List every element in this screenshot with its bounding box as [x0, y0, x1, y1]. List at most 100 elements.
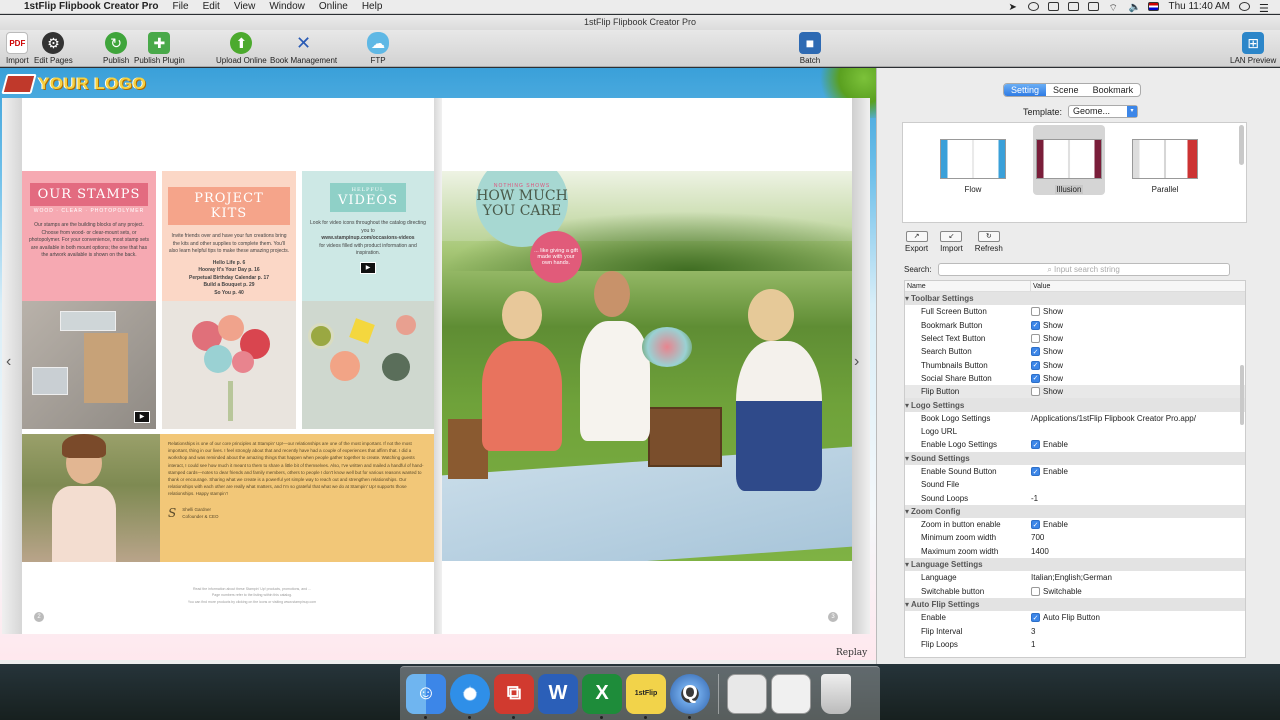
quicktime-icon[interactable]: Q — [670, 673, 710, 719]
settings-row-value[interactable]: 3 — [1031, 627, 1035, 636]
settings-row[interactable]: Search Button ✓ Show — [905, 345, 1245, 358]
grid-header-name[interactable]: Name — [905, 281, 1031, 291]
settings-row[interactable]: Select Text Button Show — [905, 332, 1245, 345]
ftp-button[interactable]: ☁ FTP — [367, 32, 389, 65]
settings-row-value[interactable]: 1400 — [1031, 547, 1049, 556]
settings-row-value[interactable]: ✓ Enable — [1031, 440, 1068, 450]
settings-row[interactable]: Enable ✓ Auto Flip Button — [905, 611, 1245, 624]
settings-group-header[interactable]: ▾ Toolbar Settings — [905, 292, 1245, 306]
settings-row-value[interactable]: Show — [1031, 307, 1063, 317]
word-icon[interactable]: W — [538, 673, 578, 714]
settings-row[interactable]: Flip Interval 3 — [905, 624, 1245, 637]
settings-row-value[interactable]: ✓ Show — [1031, 320, 1063, 330]
settings-row-value[interactable]: 1 — [1031, 640, 1035, 649]
settings-row[interactable]: Logo URL — [905, 425, 1245, 438]
checkbox[interactable] — [1031, 307, 1040, 317]
airplay-icon[interactable] — [1048, 2, 1060, 11]
settings-row[interactable]: Social Share Button ✓ Show — [905, 372, 1245, 385]
checkbox[interactable]: ✓ — [1031, 320, 1040, 330]
safari-icon[interactable]: ✦ — [450, 673, 490, 719]
checkbox[interactable]: ✓ — [1031, 467, 1040, 476]
settings-row-value[interactable]: Italian;English;German — [1031, 573, 1112, 582]
menu-help[interactable]: Help — [362, 1, 383, 12]
checkbox[interactable]: ✓ — [1031, 613, 1040, 623]
preview-window-icon[interactable] — [727, 673, 767, 714]
settings-row[interactable]: Enable Logo Settings ✓ Enable — [905, 438, 1245, 451]
settings-group-header[interactable]: ▾ Language Settings — [905, 557, 1245, 572]
settings-row[interactable]: Language Italian;English;German — [905, 571, 1245, 584]
settings-row[interactable]: Enable Sound Button ✓ Enable — [905, 465, 1245, 478]
flag-us-icon[interactable] — [1148, 2, 1160, 11]
search-input[interactable]: ⌕ Input search string — [937, 263, 1230, 276]
publish-plugin-button[interactable]: ✚ Publish Plugin — [134, 32, 185, 65]
template-flow[interactable]: Flow — [937, 125, 1009, 195]
template-select[interactable]: Geome... ▾ — [1068, 105, 1139, 118]
next-page-arrow-icon[interactable]: › — [854, 353, 859, 371]
settings-row-value[interactable]: ✓ Show — [1031, 373, 1063, 383]
settings-row[interactable]: Switchable button Switchable — [905, 585, 1245, 598]
settings-row[interactable]: Zoom in button enable ✓ Enable — [905, 518, 1245, 531]
settings-row-value[interactable]: Switchable — [1031, 586, 1082, 596]
tab-bookmark[interactable]: Bookmark — [1086, 84, 1141, 96]
wifi-icon[interactable]: ⌔ — [1108, 2, 1119, 14]
settings-row-value[interactable]: Show — [1031, 334, 1063, 344]
checkbox[interactable]: ✓ — [1031, 360, 1040, 370]
settings-row[interactable]: Maximum zoom width 1400 — [905, 545, 1245, 558]
menu-clock[interactable]: Thu 11:40 AM — [1168, 1, 1230, 12]
settings-row-value[interactable]: ✓ Auto Flip Button — [1031, 613, 1100, 623]
flipbook[interactable]: OUR STAMPS WOOD · CLEAR · PHOTOPOLYMER O… — [2, 98, 870, 634]
page-left[interactable]: OUR STAMPS WOOD · CLEAR · PHOTOPOLYMER O… — [22, 98, 438, 634]
checkbox[interactable]: ✓ — [1031, 520, 1040, 530]
import-button[interactable]: PDF Import — [6, 32, 29, 65]
menu-app-name[interactable]: 1stFlip Flipbook Creator Pro — [24, 1, 158, 12]
menu-window[interactable]: Window — [269, 1, 305, 12]
template-illusion[interactable]: Illusion — [1033, 125, 1105, 195]
checkbox[interactable] — [1031, 387, 1040, 397]
settings-group-header[interactable]: ▾ Auto Flip Settings — [905, 597, 1245, 612]
volume-icon[interactable]: 🔈 — [1128, 2, 1140, 13]
grid-scrollbar[interactable] — [1240, 365, 1244, 425]
window-icon[interactable] — [771, 673, 811, 714]
menu-view[interactable]: View — [234, 1, 256, 12]
settings-row[interactable]: Sound File — [905, 478, 1245, 491]
settings-row-value[interactable]: ✓ Enable — [1031, 467, 1068, 476]
record-icon[interactable] — [1028, 2, 1040, 11]
lan-preview-button[interactable]: ⊞ LAN Preview — [1230, 32, 1276, 65]
trash-icon[interactable] — [821, 673, 851, 714]
upload-online-button[interactable]: ⬆ Upload Online — [216, 32, 267, 65]
refresh-button[interactable]: ↻ Refresh — [975, 231, 1003, 253]
menu-edit[interactable]: Edit — [203, 1, 220, 12]
settings-row[interactable]: Bookmark Button ✓ Show — [905, 319, 1245, 332]
display-icon[interactable] — [1068, 2, 1080, 11]
settings-row[interactable]: Minimum zoom width 700 — [905, 531, 1245, 544]
notification-list-icon[interactable]: ☰ — [1259, 2, 1270, 15]
settings-row-value[interactable]: Show — [1031, 387, 1063, 397]
book-management-button[interactable]: ✕ Book Management — [270, 32, 337, 66]
videos-link[interactable]: www.stampinup.com/occasions-videos — [308, 235, 428, 243]
import-settings-button[interactable]: ↙ Import — [940, 231, 963, 253]
spotlight-search-icon[interactable] — [1239, 2, 1250, 11]
prev-page-arrow-icon[interactable]: ‹ — [6, 353, 11, 371]
1stflip-icon[interactable]: 1stFlip — [626, 673, 666, 719]
template-scrollbar[interactable] — [1239, 125, 1244, 165]
settings-row[interactable]: Flip Loops 1 — [905, 638, 1245, 651]
checkbox[interactable]: ✓ — [1031, 440, 1040, 450]
checkbox[interactable] — [1031, 586, 1040, 596]
menu-file[interactable]: File — [172, 1, 188, 12]
tab-scene[interactable]: Scene — [1046, 84, 1086, 96]
settings-group-header[interactable]: ▾ Zoom Config — [905, 504, 1245, 519]
video-play-icon[interactable]: ▶ — [134, 411, 150, 423]
location-arrow-icon[interactable]: ➤ — [1008, 2, 1019, 13]
batch-button[interactable]: ■ Batch — [799, 32, 821, 65]
book-logo[interactable]: YOUR LOGO — [1, 74, 146, 94]
bluetooth-icon[interactable] — [1088, 2, 1100, 11]
settings-group-header[interactable]: ▾ Logo Settings — [905, 398, 1245, 412]
settings-row-value[interactable]: -1 — [1031, 494, 1038, 503]
settings-group-header[interactable]: ▾ Sound Settings — [905, 451, 1245, 465]
checkbox[interactable]: ✓ — [1031, 373, 1040, 383]
replay-button[interactable]: Replay — [836, 648, 867, 658]
video-play-icon[interactable]: ▶ — [360, 261, 376, 274]
settings-row[interactable]: Book Logo Settings/Applications/1stFlip … — [905, 412, 1245, 425]
settings-row-value[interactable]: 700 — [1031, 533, 1044, 542]
grid-header-value[interactable]: Value — [1031, 281, 1050, 291]
